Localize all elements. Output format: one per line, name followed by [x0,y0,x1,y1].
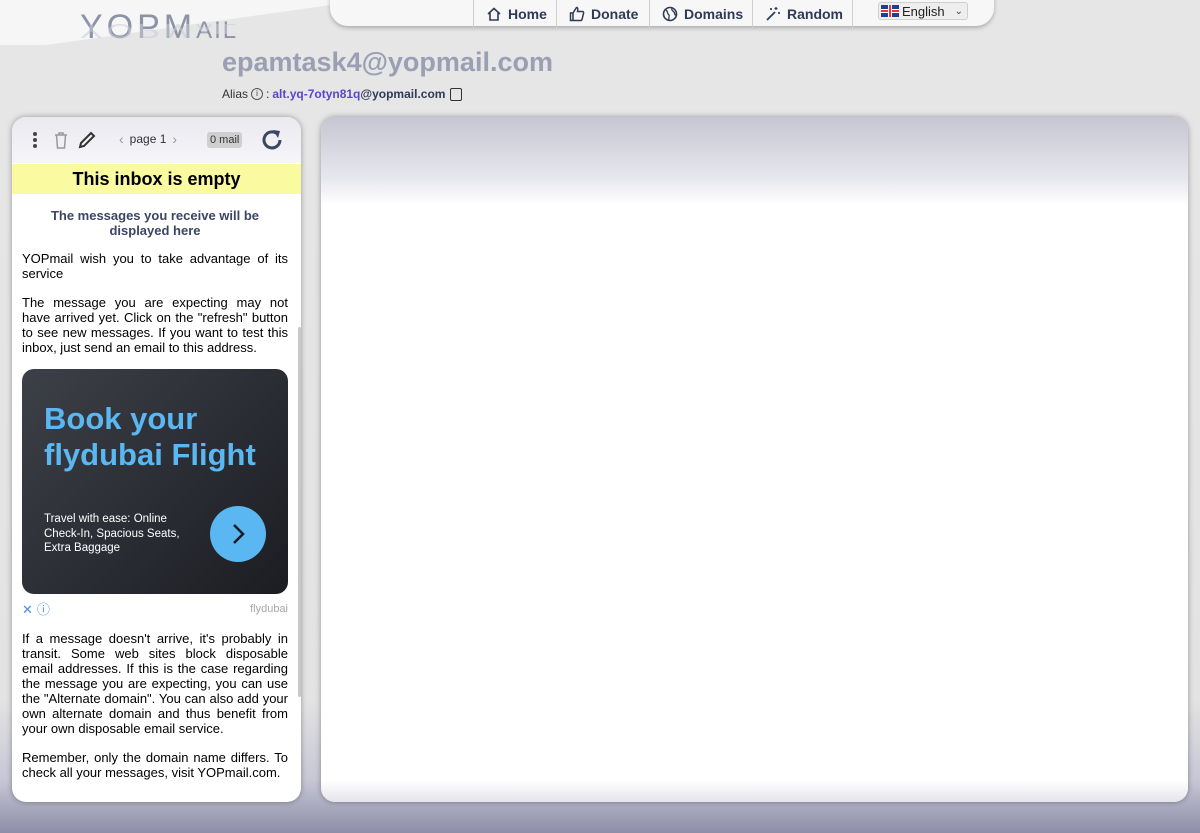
alias-value[interactable]: alt.yq-7otyn81q [272,87,360,101]
ad-close-icon[interactable]: ✕ [22,602,33,617]
compose-pencil-icon[interactable] [76,129,98,151]
donate-button[interactable]: Donate [556,0,649,28]
info-paragraph-3: If a message doesn't arrive, it's probab… [22,631,288,736]
top-navigation: Home Donate Domains Random English ⌄ [330,0,994,28]
message-view-header [321,117,1188,205]
mail-count-badge: 0 mail [207,132,243,148]
page-label: page 1 [129,132,167,146]
inbox-toolbar: ‹ page 1 › 0 mail [12,117,301,163]
uk-flag-icon [881,5,899,17]
random-button[interactable]: Random [752,0,852,28]
info-paragraph-4: Remember, only the domain name differs. … [22,750,288,780]
magic-wand-icon [766,7,780,21]
pagination: ‹ page 1 › [119,131,177,147]
donate-label: Donate [591,6,639,22]
inbox-panel: ‹ page 1 › 0 mail This inbox is empty Th… [12,117,301,802]
inbox-email-address: epamtask4@yopmail.com [222,47,553,77]
info-paragraph-1: YOPmail wish you to take advantage of it… [22,251,288,281]
ad-subtext: Travel with ease: Online Check-In, Spaci… [44,513,180,554]
home-label: Home [508,6,547,22]
domains-button[interactable]: Domains [649,0,752,28]
home-button[interactable]: Home [473,0,556,28]
message-view-panel [321,117,1188,802]
inbox-empty-content: The messages you receive will be display… [22,208,288,794]
ad-footer: ✕ ⓘ flydubai [22,602,288,617]
alias-separator: : [266,87,270,101]
ad-arrow-button[interactable] [210,506,266,562]
alias-label: Alias [222,87,249,101]
alias-domain[interactable]: @yopmail.com [360,87,445,101]
more-menu-icon[interactable] [28,129,42,151]
inbox-scrollbar[interactable] [298,327,301,697]
globe-icon [662,6,678,22]
empty-subtitle: The messages you receive will be display… [50,208,260,238]
chevron-down-icon: ⌄ [954,5,963,17]
refresh-icon[interactable] [258,126,286,154]
language-label: English [902,3,945,19]
chevron-right-icon[interactable]: › [172,131,177,147]
chevron-right-icon [233,524,245,544]
info-paragraph-2: The message you are expecting may not ha… [22,295,288,355]
ad-headline: Book your flydubai Flight [44,401,256,472]
advertisement-banner[interactable]: Book your flydubai Flight Travel with ea… [22,369,288,594]
ad-info-icon[interactable]: ⓘ [37,602,50,617]
thumbs-up-icon [569,6,585,22]
home-icon [487,7,501,21]
delete-icon[interactable] [52,129,70,151]
domains-label: Domains [684,6,744,22]
language-select[interactable]: English ⌄ [878,2,968,20]
info-icon[interactable]: i [251,88,264,100]
copy-icon[interactable] [450,87,463,101]
ad-brand[interactable]: flydubai [250,602,288,617]
alias-line: Alias i : alt.yq-7otyn81q@yopmail.com [222,87,463,101]
empty-inbox-banner: This inbox is empty [12,164,301,194]
chevron-left-icon[interactable]: ‹ [119,131,124,147]
message-view-footer [321,780,1188,802]
random-label: Random [787,6,843,22]
nav-divider [852,0,853,28]
